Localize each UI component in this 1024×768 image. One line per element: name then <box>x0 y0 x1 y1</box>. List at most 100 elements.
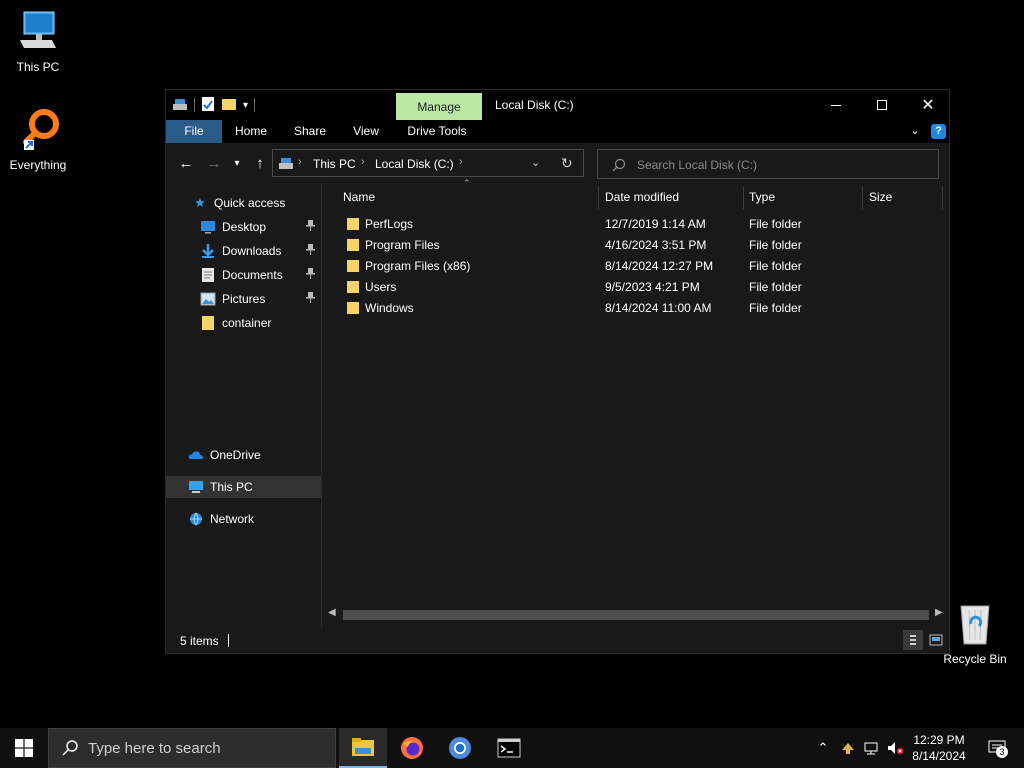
close-button[interactable]: ✕ <box>905 90 951 120</box>
pin-icon[interactable] <box>306 268 315 282</box>
desktop-icon-everything[interactable]: Everything <box>0 106 76 172</box>
file-type: File folder <box>749 301 802 315</box>
horizontal-scrollbar[interactable]: ◀ ▶ <box>323 607 949 623</box>
separator <box>254 98 256 112</box>
tab-home[interactable]: Home <box>226 120 276 143</box>
tab-file[interactable]: File <box>166 120 222 143</box>
nav-item-documents[interactable]: Documents <box>200 264 283 286</box>
scroll-right-icon[interactable]: ▶ <box>935 607 943 618</box>
expand-ribbon-icon[interactable]: ⌄ <box>908 120 922 143</box>
star-icon: ★ <box>194 195 206 210</box>
customize-qat-icon[interactable]: ▾ <box>243 100 248 111</box>
tab-share[interactable]: Share <box>284 120 336 143</box>
breadcrumb-this-pc[interactable]: This PC <box>313 157 356 171</box>
details-view-icon <box>910 635 916 645</box>
nav-this-pc[interactable]: This PC <box>166 476 321 498</box>
network-icon[interactable] <box>861 738 881 758</box>
tray-app-icon[interactable] <box>838 738 858 758</box>
column-divider[interactable] <box>743 187 744 209</box>
column-divider[interactable] <box>862 187 863 209</box>
file-type: File folder <box>749 217 802 231</box>
breadcrumb-local-disk[interactable]: Local Disk (C:) <box>375 157 454 171</box>
column-divider[interactable] <box>942 187 943 209</box>
nav-item-downloads[interactable]: Downloads <box>200 240 281 262</box>
large-icons-view-button[interactable] <box>926 630 946 650</box>
column-header-size[interactable]: Size <box>869 183 892 211</box>
desktop-icon-label: This PC <box>16 60 60 74</box>
network-icon <box>188 511 204 527</box>
taskbar-firefox[interactable] <box>388 728 436 768</box>
nav-label: This PC <box>210 480 253 494</box>
firefox-icon <box>401 737 423 759</box>
search-input[interactable]: Search Local Disk (C:) <box>597 149 939 179</box>
status-bar: 5 items <box>166 628 949 653</box>
maximize-icon <box>877 100 887 110</box>
large-icons-view-icon <box>929 634 943 646</box>
file-row[interactable]: Program Files 4/16/2024 3:51 PM File folde… <box>323 235 949 256</box>
separator <box>194 98 195 112</box>
taskbar-chrome[interactable] <box>436 728 484 768</box>
system-clock[interactable]: 12:29 PM 8/14/2024 <box>904 732 974 764</box>
recent-locations-button[interactable]: ▾ <box>230 153 244 173</box>
title-bar: ▾ Manage Local Disk (C:) ✕ <box>166 90 949 120</box>
drive-icon[interactable] <box>172 97 188 114</box>
volume-muted-icon[interactable] <box>885 738 905 758</box>
forward-button[interactable]: → <box>204 153 224 173</box>
tab-drive-tools[interactable]: Drive Tools <box>402 120 472 143</box>
file-row[interactable]: PerfLogs 12/7/2019 1:14 AM File folder <box>323 214 949 235</box>
file-type: File folder <box>749 259 802 273</box>
taskbar-search-input[interactable]: Type here to search <box>48 728 336 768</box>
new-folder-icon[interactable] <box>221 97 237 114</box>
file-name: Windows <box>365 301 414 315</box>
maximize-button[interactable] <box>859 90 905 120</box>
file-row[interactable]: Users 9/5/2023 4:21 PM File folder <box>323 277 949 298</box>
details-view-button[interactable] <box>903 630 923 650</box>
help-icon[interactable]: ? <box>931 124 946 139</box>
nav-item-pictures[interactable]: Pictures <box>200 288 265 310</box>
recycle-bin-icon <box>960 605 990 645</box>
up-button[interactable]: ↑ <box>250 153 270 173</box>
column-header-date-modified[interactable]: Date modified <box>605 183 679 211</box>
file-row[interactable]: Program Files (x86) 8/14/2024 12:27 PM Fil… <box>323 256 949 277</box>
tab-manage[interactable]: Manage <box>396 93 482 120</box>
nav-network[interactable]: Network <box>188 508 254 530</box>
address-history-button[interactable]: ⌄ <box>531 156 540 169</box>
column-divider[interactable] <box>598 187 599 209</box>
desktop-icon-this-pc[interactable]: This PC <box>0 8 76 74</box>
close-icon: ✕ <box>921 97 935 114</box>
back-arrow-icon: ← <box>178 154 194 172</box>
column-header-type[interactable]: Type <box>749 183 775 211</box>
file-name: PerfLogs <box>365 217 414 231</box>
taskbar-terminal[interactable] <box>485 728 533 768</box>
scrollbar-thumb[interactable] <box>343 610 929 620</box>
start-button[interactable] <box>0 728 48 768</box>
nav-onedrive[interactable]: OneDrive <box>188 444 261 466</box>
address-bar[interactable]: › This PC › Local Disk (C:) › ⌄ ↻ <box>272 149 584 177</box>
pictures-icon <box>200 291 216 307</box>
nav-item-container[interactable]: container <box>200 312 271 334</box>
nav-item-desktop[interactable]: Desktop <box>200 216 266 238</box>
everything-search-icon <box>23 109 59 150</box>
folder-icon <box>346 259 360 273</box>
show-hidden-icons-button[interactable]: ⌃ <box>813 738 833 758</box>
nav-label: Downloads <box>222 244 282 258</box>
pin-icon[interactable] <box>306 292 315 306</box>
properties-icon[interactable] <box>201 96 215 115</box>
taskbar-file-explorer[interactable] <box>339 728 387 768</box>
column-header-name[interactable]: Name <box>343 183 375 211</box>
refresh-icon[interactable]: ↻ <box>561 155 573 172</box>
taskbar: Type here to search ⌃ 12:29 PM 8/14/2024… <box>0 728 1024 768</box>
file-row[interactable]: Windows 8/14/2024 11:00 AM File folder <box>323 298 949 319</box>
pin-icon[interactable] <box>306 244 315 258</box>
notification-count-badge: 3 <box>996 746 1008 758</box>
action-center-button[interactable]: 3 <box>984 738 1010 758</box>
clock-time: 12:29 PM <box>913 733 965 747</box>
nav-label: Documents <box>222 268 283 282</box>
back-button[interactable]: ← <box>176 153 196 173</box>
scroll-left-icon[interactable]: ◀ <box>328 607 336 618</box>
minimize-button[interactable] <box>813 90 859 120</box>
pin-icon[interactable] <box>306 220 315 234</box>
nav-quick-access[interactable]: ★ Quick access <box>192 192 285 214</box>
ribbon-tabs: File Home Share View Drive Tools ⌄ ? <box>166 120 949 143</box>
tab-view[interactable]: View <box>342 120 390 143</box>
